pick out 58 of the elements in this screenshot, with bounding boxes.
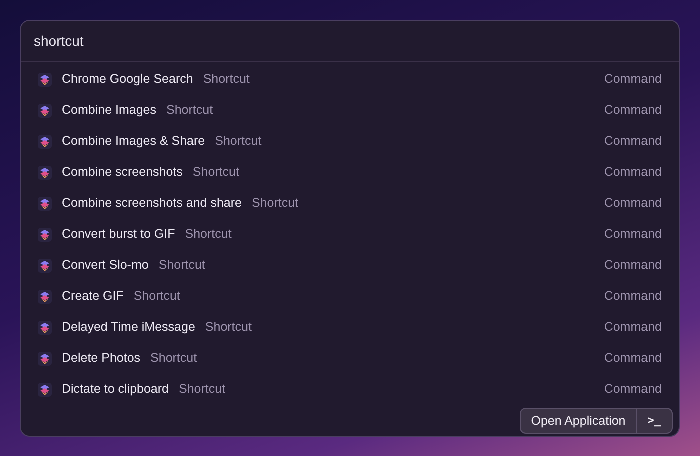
result-row[interactable]: Delete Photos Shortcut Command xyxy=(38,343,662,374)
result-subtitle: Shortcut xyxy=(185,226,232,244)
search-field[interactable]: shortcut xyxy=(34,30,666,52)
result-title: Delete Photos xyxy=(62,350,141,368)
result-row[interactable]: Dictate to clipboard Shortcut Command xyxy=(38,374,662,405)
result-accessory: Command xyxy=(604,319,662,336)
result-row[interactable]: Delayed Time iMessage Shortcut Command xyxy=(38,312,662,343)
result-title: Chrome Google Search xyxy=(62,71,194,88)
result-title: Combine Images xyxy=(62,102,156,120)
layers-icon xyxy=(38,196,52,210)
result-title: Convert Slo-mo xyxy=(62,257,149,274)
result-subtitle: Shortcut xyxy=(192,164,240,182)
layers-icon xyxy=(38,134,52,148)
layers-icon xyxy=(38,320,52,334)
result-row[interactable]: Combine Images & Share Shortcut Command xyxy=(38,126,662,157)
layers-icon xyxy=(38,290,52,304)
result-accessory: Command xyxy=(604,71,662,88)
result-subtitle: Shortcut xyxy=(150,350,198,368)
result-row[interactable]: Combine Images Shortcut Command xyxy=(38,95,662,126)
result-accessory: Command xyxy=(604,226,662,244)
result-subtitle: Shortcut xyxy=(179,381,226,398)
layers-icon xyxy=(38,382,52,396)
result-row[interactable]: Combine screenshots Shortcut Command xyxy=(38,157,662,188)
result-accessory: Command xyxy=(604,164,662,182)
result-row[interactable]: Convert Slo-mo Shortcut Command xyxy=(38,250,662,281)
result-subtitle: Shortcut xyxy=(166,102,214,120)
result-title: Dictate to clipboard xyxy=(62,381,170,398)
result-subtitle: Shortcut xyxy=(205,319,252,336)
result-subtitle: Shortcut xyxy=(203,71,250,88)
result-accessory: Command xyxy=(604,102,662,120)
result-row[interactable]: Chrome Google Search Shortcut Command xyxy=(38,64,662,95)
result-title: Combine screenshots and share xyxy=(62,195,242,212)
layers-icon xyxy=(38,228,52,242)
result-title: Combine Images & Share xyxy=(62,133,206,150)
result-row[interactable]: Combine screenshots and share Shortcut Command xyxy=(38,188,662,219)
result-accessory: Command xyxy=(604,195,662,212)
layers-icon xyxy=(38,104,52,118)
layers-icon xyxy=(38,166,52,180)
result-title: Create GIF xyxy=(62,288,124,306)
layers-icon xyxy=(38,352,52,366)
result-title: Combine screenshots xyxy=(62,164,183,182)
result-subtitle: Shortcut xyxy=(252,195,299,212)
result-subtitle: Shortcut xyxy=(158,257,206,274)
terminal-button[interactable]: >_ xyxy=(636,409,672,433)
result-accessory: Command xyxy=(604,350,662,368)
result-subtitle: Shortcut xyxy=(134,288,180,306)
open-application-button[interactable]: Open Application xyxy=(521,409,637,433)
result-row[interactable]: Create GIF Shortcut Command xyxy=(38,281,662,312)
result-accessory: Command xyxy=(604,257,662,274)
layers-icon xyxy=(38,72,52,86)
result-title: Convert burst to GIF xyxy=(62,226,176,244)
result-subtitle: Shortcut xyxy=(215,133,262,150)
layers-icon xyxy=(38,258,52,272)
result-accessory: Command xyxy=(604,133,662,150)
result-title: Delayed Time iMessage xyxy=(62,319,196,336)
result-accessory: Command xyxy=(604,381,662,398)
result-row[interactable]: Convert burst to GIF Shortcut Command xyxy=(38,219,662,250)
result-accessory: Command xyxy=(604,288,662,306)
